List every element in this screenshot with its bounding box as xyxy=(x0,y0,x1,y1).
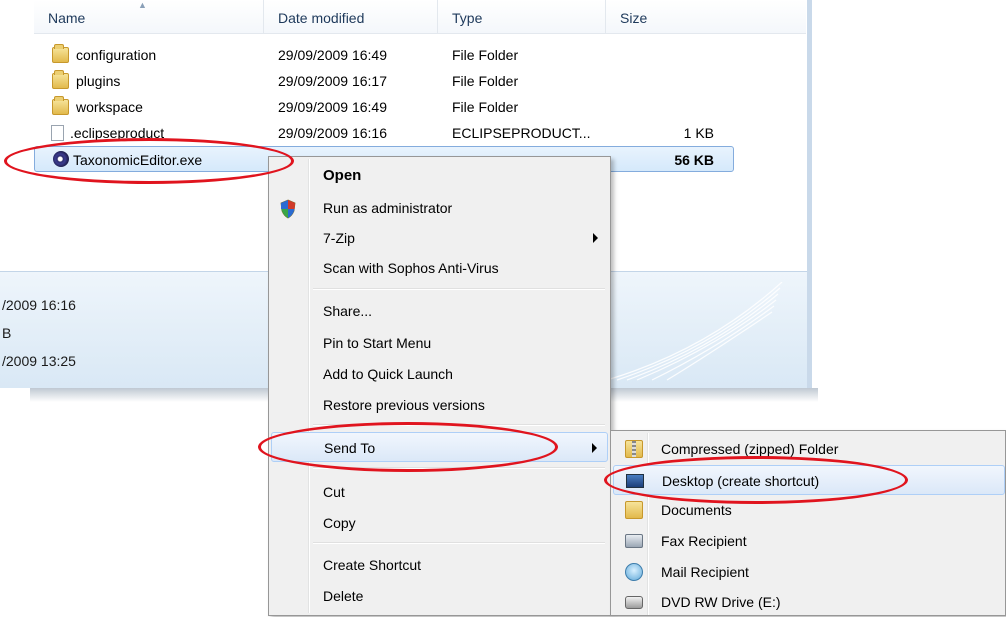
send-to-submenu: Compressed (zipped) Folder Desktop (crea… xyxy=(610,430,1006,616)
menu-item-pin-start[interactable]: Pin to Start Menu xyxy=(271,328,608,358)
fax-icon xyxy=(625,534,643,548)
context-menu: Open Run as administrator 7-Zip Scan wit… xyxy=(268,156,611,616)
file-type: File Folder xyxy=(452,99,519,115)
column-header-date[interactable]: Date modified xyxy=(264,0,438,34)
submenu-label: Compressed (zipped) Folder xyxy=(661,441,839,457)
menu-label: Restore previous versions xyxy=(323,397,485,413)
menu-label: Open xyxy=(323,167,362,184)
menu-item-copy[interactable]: Copy xyxy=(271,508,608,538)
submenu-arrow-icon xyxy=(593,233,598,243)
menu-label: Create Shortcut xyxy=(323,557,422,573)
menu-label: Add to Quick Launch xyxy=(323,366,453,382)
column-header-type[interactable]: Type xyxy=(438,0,606,34)
menu-separator xyxy=(313,542,605,544)
vista-swoosh-graphic xyxy=(606,282,783,381)
file-size: 1 KB xyxy=(683,125,714,141)
desktop-icon xyxy=(626,474,644,488)
column-type-label: Type xyxy=(452,10,483,26)
menu-label: 7-Zip xyxy=(323,230,355,246)
menu-separator xyxy=(313,467,605,469)
file-row[interactable]: .eclipseproduct 29/09/2009 16:16 ECLIPSE… xyxy=(34,120,734,146)
file-type: File Folder xyxy=(452,47,519,63)
file-date: 29/09/2009 16:49 xyxy=(278,99,387,115)
menu-item-create-shortcut[interactable]: Create Shortcut xyxy=(271,550,608,580)
file-date: 29/09/2009 16:49 xyxy=(278,47,387,63)
menu-item-restore-versions[interactable]: Restore previous versions xyxy=(271,390,608,420)
send-to-fax[interactable]: Fax Recipient xyxy=(613,526,1005,556)
file-name: workspace xyxy=(76,99,143,115)
mail-icon xyxy=(625,563,643,581)
file-date: 29/09/2009 16:16 xyxy=(278,125,387,141)
send-to-dvd-drive[interactable]: DVD RW Drive (E:) xyxy=(613,587,1005,617)
details-date-accessed: /2009 13:25 xyxy=(2,353,76,369)
send-to-mail[interactable]: Mail Recipient xyxy=(613,557,1005,587)
column-header-size[interactable]: Size xyxy=(606,0,730,34)
menu-label: Run as administrator xyxy=(323,200,453,216)
menu-item-run-as-admin[interactable]: Run as administrator xyxy=(271,193,608,223)
file-row[interactable]: plugins 29/09/2009 16:17 File Folder xyxy=(34,68,734,94)
details-date-created: /2009 16:16 xyxy=(2,297,76,313)
menu-separator xyxy=(313,424,605,426)
file-name: configuration xyxy=(76,47,157,63)
menu-item-quick-launch[interactable]: Add to Quick Launch xyxy=(271,359,608,389)
submenu-label: Fax Recipient xyxy=(661,533,747,549)
file-name: .eclipseproduct xyxy=(70,125,165,141)
send-to-documents[interactable]: Documents xyxy=(613,495,1005,525)
send-to-compressed-folder[interactable]: Compressed (zipped) Folder xyxy=(613,434,1005,464)
file-name: plugins xyxy=(76,73,121,89)
menu-item-send-to[interactable]: Send To xyxy=(271,432,608,462)
menu-item-share[interactable]: Share... xyxy=(271,296,608,326)
menu-label: Send To xyxy=(324,440,376,456)
eclipse-exe-icon xyxy=(53,151,69,167)
file-row[interactable]: configuration 29/09/2009 16:49 File Fold… xyxy=(34,42,734,68)
sort-ascending-icon: ▲ xyxy=(138,0,147,10)
file-date: 29/09/2009 16:17 xyxy=(278,73,387,89)
submenu-label: Documents xyxy=(661,502,732,518)
menu-label: Share... xyxy=(323,303,373,319)
zip-folder-icon xyxy=(625,440,643,458)
menu-item-7zip[interactable]: 7-Zip xyxy=(271,223,608,253)
folder-icon xyxy=(52,44,69,63)
submenu-label: Mail Recipient xyxy=(661,564,749,580)
documents-icon xyxy=(625,501,643,519)
submenu-arrow-icon xyxy=(592,443,597,453)
file-name: TaxonomicEditor.exe xyxy=(73,152,203,168)
menu-label: Cut xyxy=(323,484,345,500)
file-row[interactable]: workspace 29/09/2009 16:49 File Folder xyxy=(34,94,734,120)
column-date-label: Date modified xyxy=(278,10,365,26)
menu-label: Copy xyxy=(323,515,356,531)
menu-separator xyxy=(313,288,605,290)
uac-shield-icon xyxy=(280,199,296,219)
column-size-label: Size xyxy=(620,10,648,26)
details-size: B xyxy=(2,325,12,341)
column-headers: Name ▲ Date modified Type Size xyxy=(34,0,806,34)
folder-icon xyxy=(52,96,69,115)
folder-icon xyxy=(52,70,69,89)
dvd-drive-icon xyxy=(625,596,643,609)
menu-item-delete[interactable]: Delete xyxy=(271,581,608,611)
file-size: 56 KB xyxy=(674,152,714,168)
menu-label: Delete xyxy=(323,588,364,604)
send-to-desktop[interactable]: Desktop (create shortcut) xyxy=(613,465,1005,495)
menu-label: Scan with Sophos Anti-Virus xyxy=(323,260,499,276)
menu-item-cut[interactable]: Cut xyxy=(271,477,608,507)
menu-item-open[interactable]: Open xyxy=(271,161,608,191)
column-name-label: Name xyxy=(48,10,86,26)
menu-item-scan-sophos[interactable]: Scan with Sophos Anti-Virus xyxy=(271,253,608,283)
document-icon xyxy=(51,125,64,141)
file-type: ECLIPSEPRODUCT... xyxy=(452,125,591,141)
submenu-label: Desktop (create shortcut) xyxy=(662,473,820,489)
submenu-label: DVD RW Drive (E:) xyxy=(661,594,781,610)
file-type: File Folder xyxy=(452,73,519,89)
menu-label: Pin to Start Menu xyxy=(323,335,432,351)
